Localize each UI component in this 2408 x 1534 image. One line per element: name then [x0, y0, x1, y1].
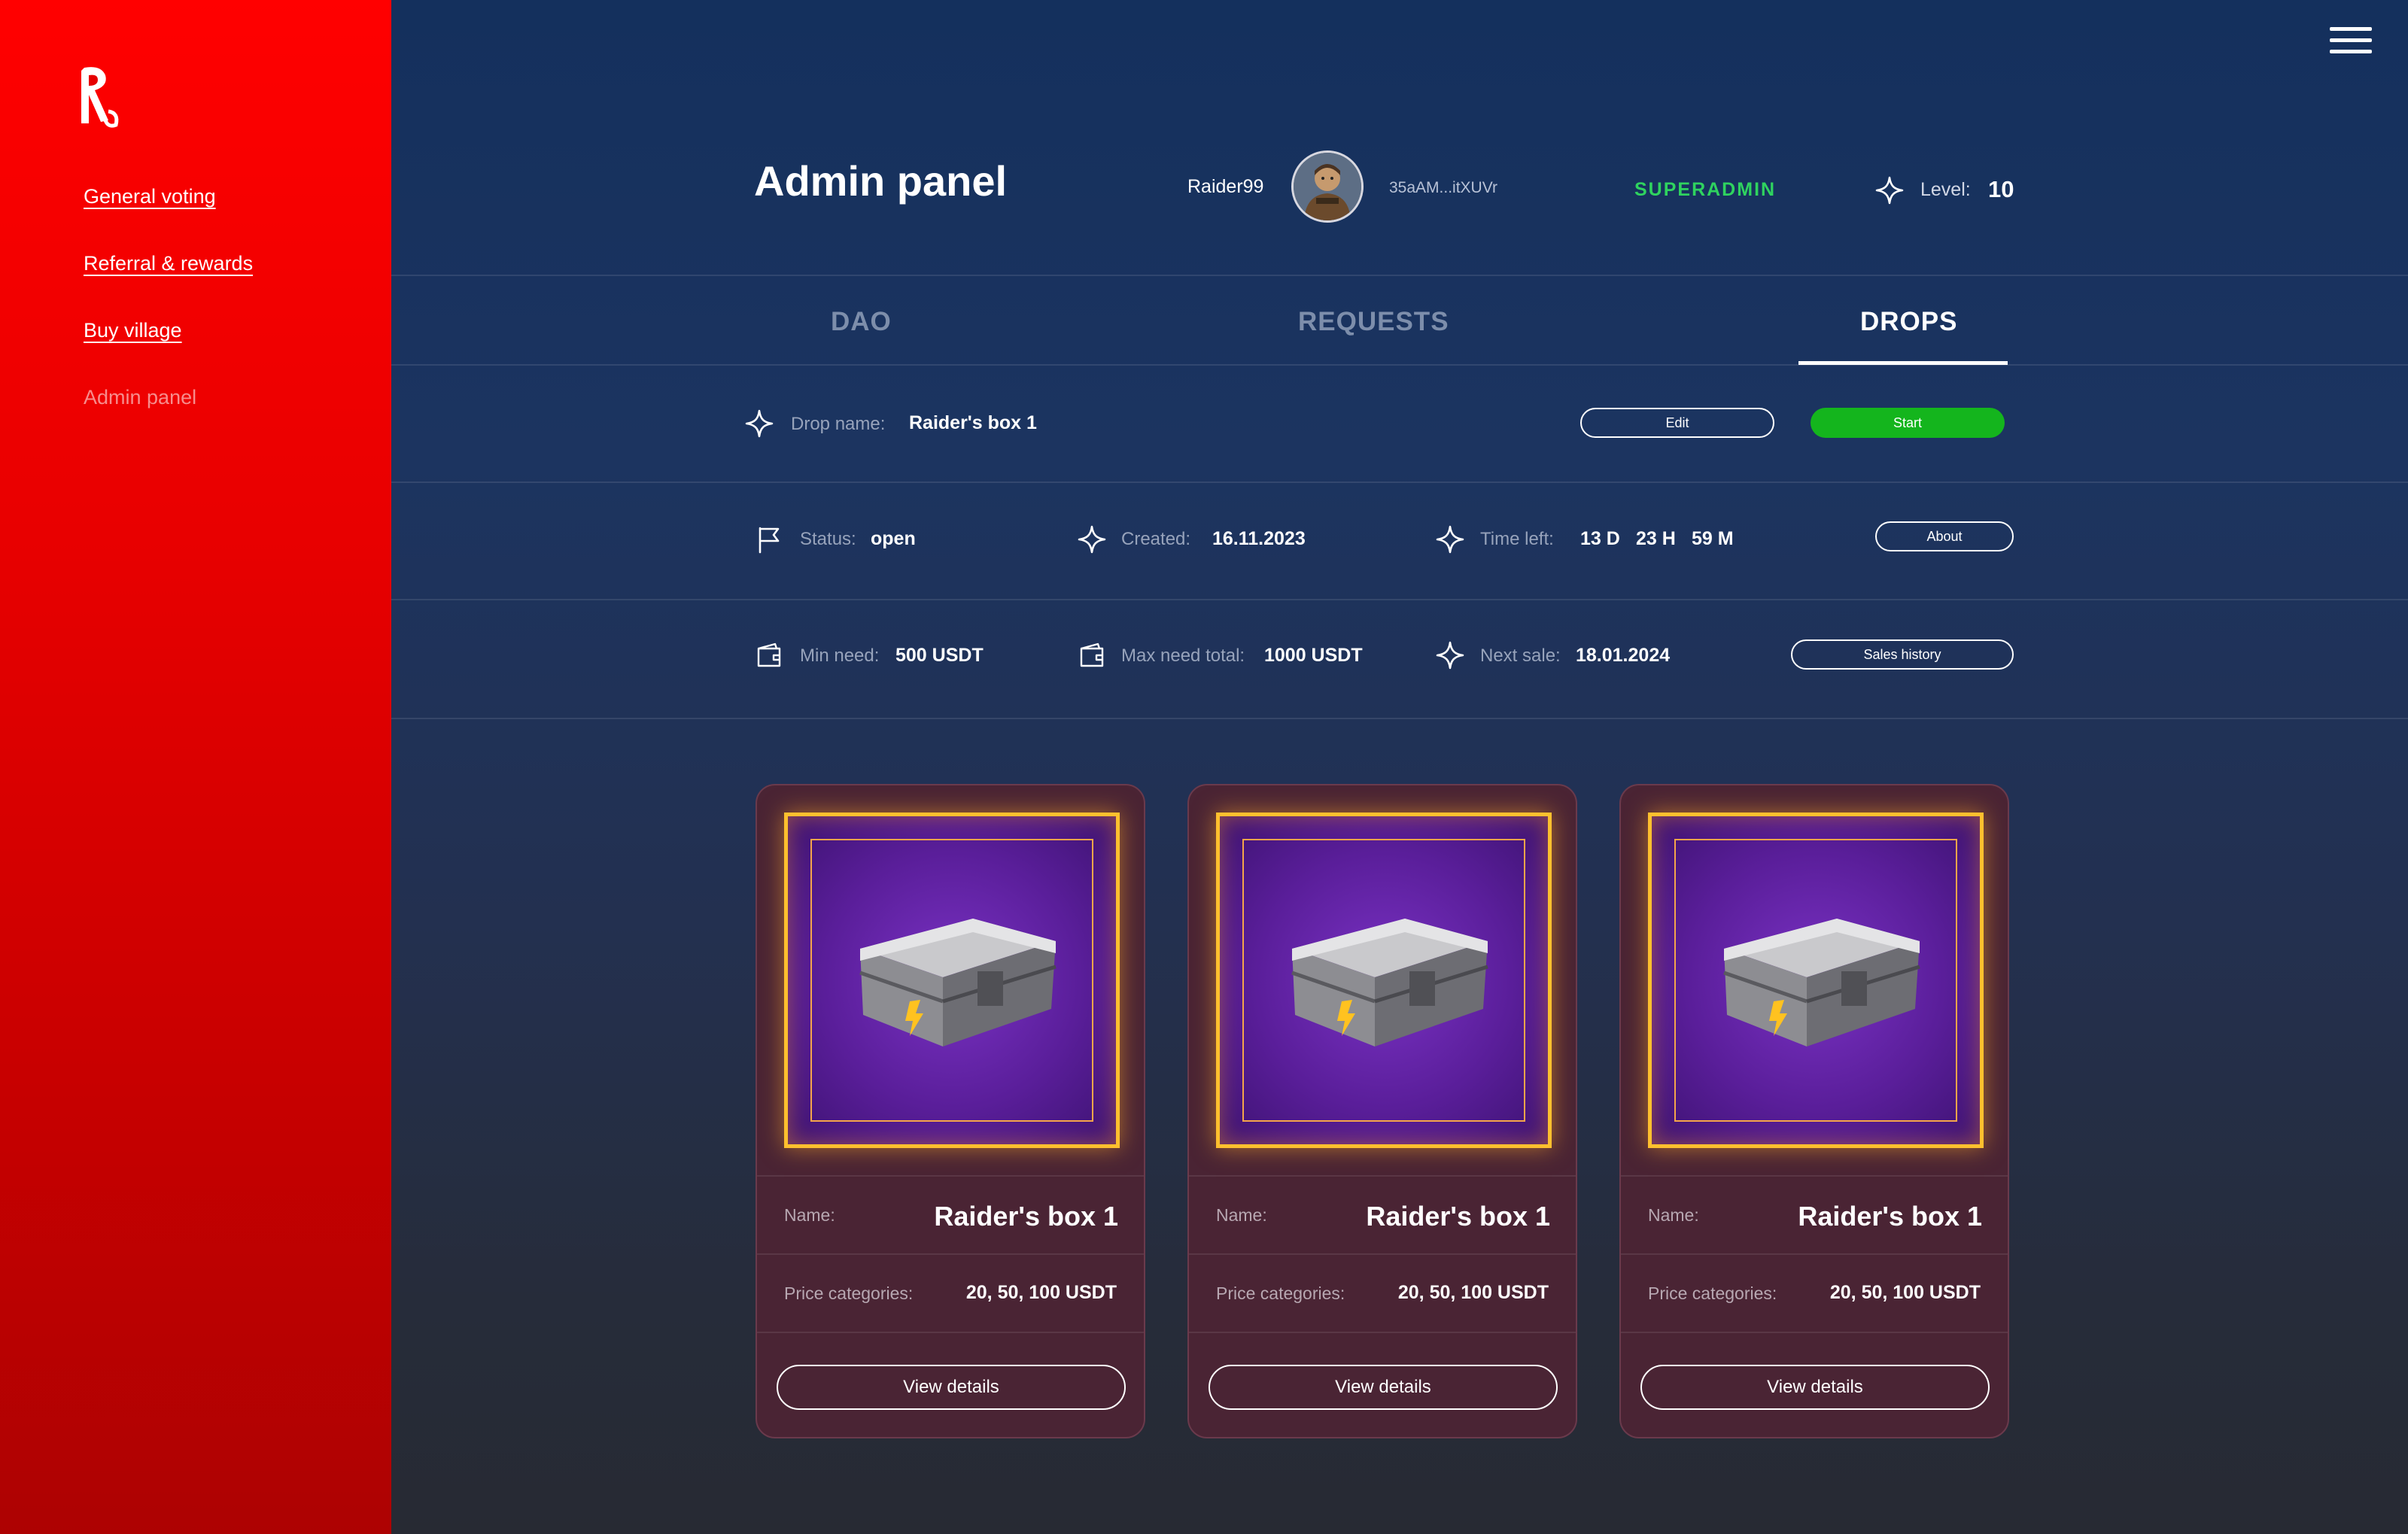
hamburger-menu-icon[interactable] — [2330, 27, 2372, 57]
tab-drops[interactable]: DROPS — [1860, 307, 1957, 337]
drop-image[interactable] — [1216, 813, 1552, 1148]
divider — [391, 718, 2408, 719]
edit-button[interactable]: Edit — [1580, 408, 1774, 438]
created-label: Created: — [1121, 529, 1191, 549]
wallet-address[interactable]: 35aAM...itXUVr — [1389, 179, 1497, 197]
status-value: open — [871, 528, 916, 549]
wallet-icon — [757, 642, 781, 667]
username: Raider99 — [1187, 176, 1264, 197]
created-value: 16.11.2023 — [1212, 528, 1306, 549]
max-need-value: 1000 USDT — [1264, 645, 1363, 666]
max-need-label: Max need total: — [1121, 645, 1245, 666]
view-details-button[interactable]: View details — [1640, 1365, 1990, 1410]
sales-history-button[interactable]: Sales history — [1791, 639, 2014, 670]
treasure-chest-icon — [1291, 919, 1488, 1046]
card-name-label: Name: — [1648, 1205, 1699, 1225]
card-price-value: 20, 50, 100 USDT — [1397, 1282, 1549, 1303]
view-details-button[interactable]: View details — [1209, 1365, 1558, 1410]
sparkle-icon — [745, 409, 774, 438]
min-need-value: 500 USDT — [895, 645, 984, 666]
sidebar-item-buy-village[interactable]: Buy village — [84, 319, 182, 342]
drop-card: Name: Raider's box 1 Price categories: 2… — [1187, 784, 1577, 1438]
page-title: Admin panel — [754, 157, 1008, 205]
next-sale-value: 18.01.2024 — [1576, 645, 1671, 666]
drop-image[interactable] — [1648, 813, 1984, 1148]
card-name-value: Raider's box 1 — [934, 1201, 1118, 1232]
sparkle-icon — [1436, 525, 1464, 554]
view-details-button[interactable]: View details — [777, 1365, 1126, 1410]
wallet-icon — [1080, 642, 1104, 667]
drop-card: Name: Raider's box 1 Price categories: 2… — [756, 784, 1145, 1438]
card-name-value: Raider's box 1 — [1366, 1201, 1550, 1232]
divider — [391, 364, 2408, 366]
sidebar-item-admin-panel: Admin panel — [84, 386, 197, 409]
card-price-label: Price categories: — [1216, 1283, 1345, 1303]
avatar[interactable] — [1291, 150, 1364, 223]
min-need-label: Min need: — [800, 645, 880, 666]
tab-dao[interactable]: DAO — [831, 307, 892, 337]
sparkle-icon — [1436, 641, 1464, 670]
card-price-value: 20, 50, 100 USDT — [1829, 1282, 1981, 1303]
status-label: Status: — [800, 529, 856, 549]
treasure-chest-icon — [1723, 919, 1920, 1046]
sparkle-icon — [1078, 525, 1106, 554]
time-left-label: Time left: — [1480, 529, 1554, 549]
drop-name-label: Drop name: — [791, 414, 886, 434]
treasure-chest-icon — [859, 919, 1057, 1046]
divider — [391, 275, 2408, 276]
start-button[interactable]: Start — [1811, 408, 2005, 438]
raider-logo-icon[interactable] — [78, 65, 120, 129]
card-name-label: Name: — [1216, 1205, 1267, 1225]
next-sale-label: Next sale: — [1480, 645, 1561, 666]
drop-image[interactable] — [784, 813, 1120, 1148]
card-name-label: Name: — [784, 1205, 835, 1225]
drop-name-value: Raider's box 1 — [909, 412, 1037, 433]
card-price-label: Price categories: — [1648, 1283, 1777, 1303]
sidebar: General voting Referral & rewards Buy vi… — [0, 0, 391, 1534]
divider — [391, 481, 2408, 483]
drop-card: Name: Raider's box 1 Price categories: 2… — [1619, 784, 2009, 1438]
level-label: Level: — [1920, 179, 1971, 200]
tab-requests[interactable]: REQUESTS — [1298, 307, 1449, 337]
flag-icon — [759, 527, 780, 554]
time-left-hours: 23 H — [1636, 528, 1676, 549]
card-name-value: Raider's box 1 — [1798, 1201, 1982, 1232]
card-price-label: Price categories: — [784, 1283, 914, 1303]
sparkle-icon — [1875, 176, 1904, 205]
time-left-minutes: 59 M — [1692, 528, 1734, 549]
time-left-days: 13 D — [1580, 528, 1620, 549]
role-badge: SUPERADMIN — [1634, 179, 1777, 200]
main-content: Admin panel Raider99 35aAM...itXUVr SUPE… — [391, 0, 2408, 1534]
sidebar-item-general-voting[interactable]: General voting — [84, 185, 216, 208]
level-value: 10 — [1988, 176, 2014, 202]
sidebar-item-referral-rewards[interactable]: Referral & rewards — [84, 252, 253, 275]
divider — [391, 599, 2408, 600]
about-button[interactable]: About — [1875, 521, 2014, 551]
card-price-value: 20, 50, 100 USDT — [965, 1282, 1117, 1303]
